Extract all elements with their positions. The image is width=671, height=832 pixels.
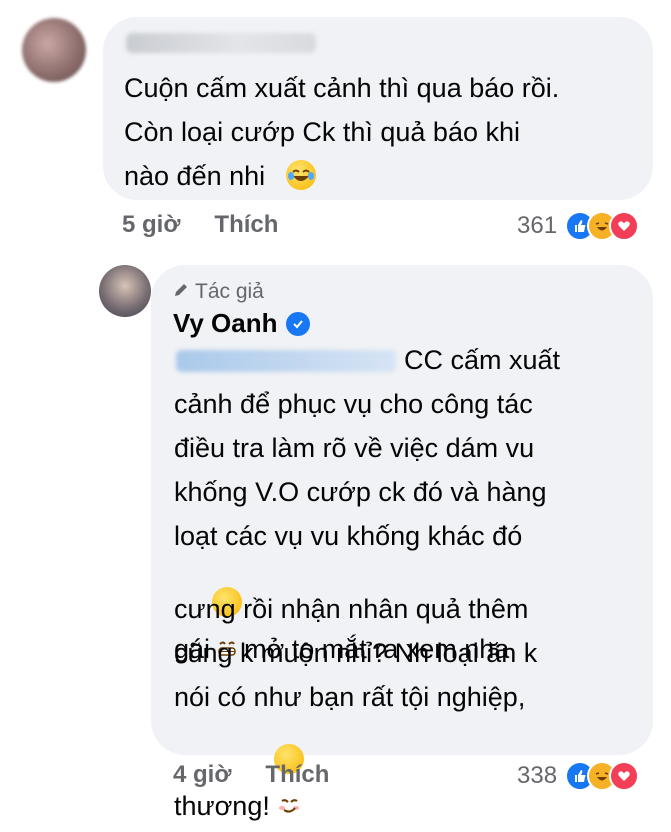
author-name-label: Vy Oanh [173,308,278,338]
author-tag: Tác giả [173,280,264,304]
author-name[interactable]: Vy Oanh [173,308,310,339]
verified-badge-icon [285,311,310,336]
author-tag-label: Tác giả [195,280,264,303]
reply-reaction-count: 338 [517,762,558,789]
like-button[interactable]: Thích [214,211,278,239]
reply-time[interactable]: 4 giờ [173,761,231,789]
comment-text: Cuộn cấm xuất cảnh thì qua báo rồi. Còn … [124,73,560,191]
reaction-summary[interactable]: 361 [517,211,640,241]
love-icon [609,761,640,791]
author-avatar[interactable] [99,265,151,317]
love-icon [609,211,640,241]
reply-like-button[interactable]: Thích [265,761,329,789]
commenter-avatar[interactable] [22,18,86,82]
reaction-count: 361 [517,212,558,239]
reply-reaction-summary[interactable]: 338 [517,761,640,791]
commenter-name-blurred[interactable] [126,33,316,53]
reply-text-line1: CC cấm xuất [404,345,561,375]
pencil-icon [173,280,189,304]
comment-actions: 5 giờ Thích [122,211,278,239]
reply-actions: 4 giờ Thích [173,761,329,789]
mentioned-user-blurred[interactable] [176,350,396,372]
reply-text-body: cảnh để phục vụ cho công tác điều tra là… [174,389,547,551]
rofl-emoji-icon [286,160,316,190]
comment-time[interactable]: 5 giờ [122,211,180,239]
